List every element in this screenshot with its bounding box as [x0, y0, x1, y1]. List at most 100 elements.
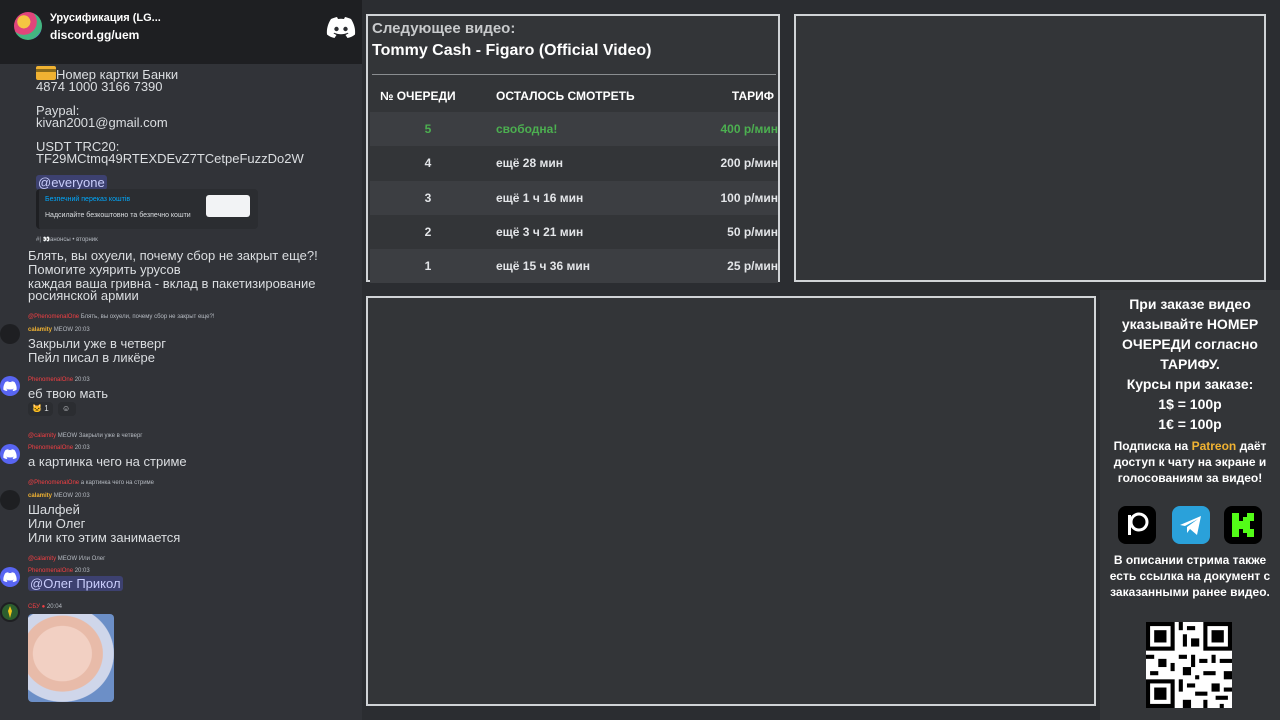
reply-author[interactable]: @calamity [28, 433, 56, 439]
message-text: еб твою мать [28, 386, 109, 401]
avatar[interactable] [0, 602, 20, 622]
description-note: В описании стрима также есть ссылка на д… [1109, 553, 1271, 599]
server-invite-link[interactable]: discord.gg/uem [50, 28, 139, 42]
message-text: kivan2001@gmail.com [36, 115, 168, 130]
reply-text: а картинка чего на стриме [80, 480, 155, 486]
timestamp: 20:03 [74, 568, 90, 574]
kick-icon[interactable] [1224, 506, 1262, 544]
time-left: свободна! [496, 122, 558, 136]
avatar[interactable] [0, 444, 20, 464]
message-text: Пейл писал в ликёре [28, 350, 156, 365]
rates-title: Курсы при заказе: [1126, 376, 1254, 392]
time-left: ещё 3 ч 21 мин [496, 225, 584, 239]
queue-row: 5 свободна! 400 р/мин [370, 112, 778, 146]
message-header: PhenomenalOne 20:03 [28, 377, 90, 383]
add-reaction-button[interactable]: ☺ [58, 402, 76, 416]
patreon-link[interactable]: Patreon [1192, 439, 1237, 453]
reply-preview[interactable]: @calamity MEOW Закрыли уже в четверг [28, 433, 143, 439]
divider [372, 74, 776, 75]
next-video-label: Следующее видео: [372, 20, 516, 37]
reply-author[interactable]: @PhenomenalOne [28, 480, 79, 486]
message-author[interactable]: PhenomenalOne [28, 445, 73, 451]
discord-avatar-icon [3, 572, 17, 582]
reaction-emoji-icon: 🐱 [32, 404, 42, 413]
forward-meta: #| 👀анонсы • вторник [36, 237, 98, 243]
message-header: PhenomenalOne 20:03 [28, 445, 90, 451]
reaction-count: 1 [44, 404, 49, 413]
credit-card-icon [36, 66, 56, 80]
webcam-frame [794, 14, 1266, 282]
discord-avatar-icon [3, 381, 17, 391]
discord-chat-panel: Урусификация (LG... discord.gg/uem Номер… [0, 0, 362, 720]
queue-row: 4 ещё 28 мин 200 р/мин [370, 146, 778, 180]
queue-number: 2 [424, 225, 432, 239]
telegram-icon[interactable] [1172, 506, 1210, 544]
message-text: Блять, вы охуели, почему сбор не закрыт … [28, 248, 318, 263]
patreon-note: Подписка на Patreon даёт доступ к чату н… [1100, 438, 1280, 486]
avatar[interactable] [0, 324, 20, 344]
time-left: ещё 1 ч 16 мин [496, 191, 584, 205]
message-header: calamity MEOW 20:03 [28, 327, 90, 333]
role-badge: MEOW [53, 493, 74, 499]
message-author[interactable]: СБУ [28, 604, 40, 610]
message-text: Закрыли уже в четверг [28, 336, 166, 351]
rate: 25 р/мин [727, 259, 778, 273]
message-text: Помогите хуярить урусов [28, 262, 181, 277]
role-badge: MEOW [57, 433, 78, 439]
reply-preview[interactable]: @calamity MEOW Или Олег [28, 556, 105, 562]
queue-row: 1 ещё 15 ч 36 мин 25 р/мин [370, 249, 778, 283]
server-header: Урусификация (LG... discord.gg/uem [0, 0, 362, 64]
message-text: 4874 1000 3166 7390 [36, 79, 163, 94]
video-queue-panel: Следующее видео: Tommy Cash - Figaro (Of… [366, 14, 780, 283]
qr-code-icon[interactable] [1146, 622, 1232, 708]
timestamp: 20:03 [74, 327, 90, 333]
rate: 400 р/мин [720, 122, 778, 136]
queue-number: 1 [424, 259, 432, 273]
reply-author[interactable]: @PhenomenalOne [28, 314, 79, 320]
message-header: СБУ ● 20:04 [28, 604, 62, 610]
timestamp: 20:03 [74, 493, 90, 499]
reply-preview[interactable]: @PhenomenalOne а картинка чего на стриме [28, 480, 154, 486]
rate-usd: 1$ = 100р [1158, 396, 1222, 412]
discord-logo-icon [326, 17, 356, 38]
discord-avatar-icon [3, 449, 17, 459]
reply-preview[interactable]: @PhenomenalOne Блять, вы охуели, почему … [28, 314, 215, 320]
column-header-queue-number: № ОЧЕРЕДИ [380, 89, 456, 103]
avatar[interactable] [0, 567, 20, 587]
message-text: а картинка чего на стриме [28, 454, 187, 469]
embed-title[interactable]: Безпечний переказ коштів [45, 196, 130, 203]
rate: 50 р/мин [727, 225, 778, 239]
reply-text: Блять, вы охуели, почему сбор не закрыт … [80, 314, 215, 320]
reply-author[interactable]: @calamity [28, 556, 56, 562]
time-left: ещё 28 мин [496, 156, 563, 170]
user-mention[interactable]: @Олег Прикол [28, 576, 123, 591]
message-header: calamity MEOW 20:03 [28, 493, 90, 499]
rate-eur: 1€ = 100р [1158, 416, 1222, 432]
patreon-prefix: Подписка на [1113, 439, 1189, 453]
message-author[interactable]: calamity [28, 327, 52, 333]
link-embed[interactable]: Безпечний переказ коштів Надсилайте безк… [36, 189, 258, 229]
next-video-title: Tommy Cash - Figaro (Official Video) [372, 42, 652, 59]
message-text: Или кто этим занимается [28, 530, 181, 545]
avatar[interactable] [0, 376, 20, 396]
patreon-icon[interactable] [1118, 506, 1156, 544]
timestamp: 20:03 [74, 377, 90, 383]
reply-text: Или Олег [78, 556, 106, 562]
avatar[interactable] [0, 490, 20, 510]
queue-number: 3 [424, 191, 432, 205]
rate: 100 р/мин [720, 191, 778, 205]
message-author[interactable]: calamity [28, 493, 52, 499]
image-attachment[interactable] [28, 614, 114, 702]
message-author[interactable]: PhenomenalOne [28, 377, 73, 383]
everyone-mention[interactable]: @everyone [36, 175, 107, 190]
order-instructions: При заказе видео указывайте НОМЕР ОЧЕРЕД… [1121, 296, 1259, 372]
reaction[interactable]: 🐱 1 [28, 402, 53, 416]
message-author[interactable]: PhenomenalOne [28, 568, 73, 574]
message-text: Или Олег [28, 516, 86, 531]
sbu-emblem-icon [2, 604, 18, 620]
info-column: При заказе видео указывайте НОМЕР ОЧЕРЕД… [1100, 290, 1280, 720]
column-header-time-left: ОСТАЛОСЬ СМОТРЕТЬ [496, 89, 635, 103]
role-badge: MEOW [57, 556, 78, 562]
column-header-rate: ТАРИФ [731, 89, 774, 103]
embed-description: Надсилайте безкоштовно та безпечно кошти [45, 212, 191, 219]
